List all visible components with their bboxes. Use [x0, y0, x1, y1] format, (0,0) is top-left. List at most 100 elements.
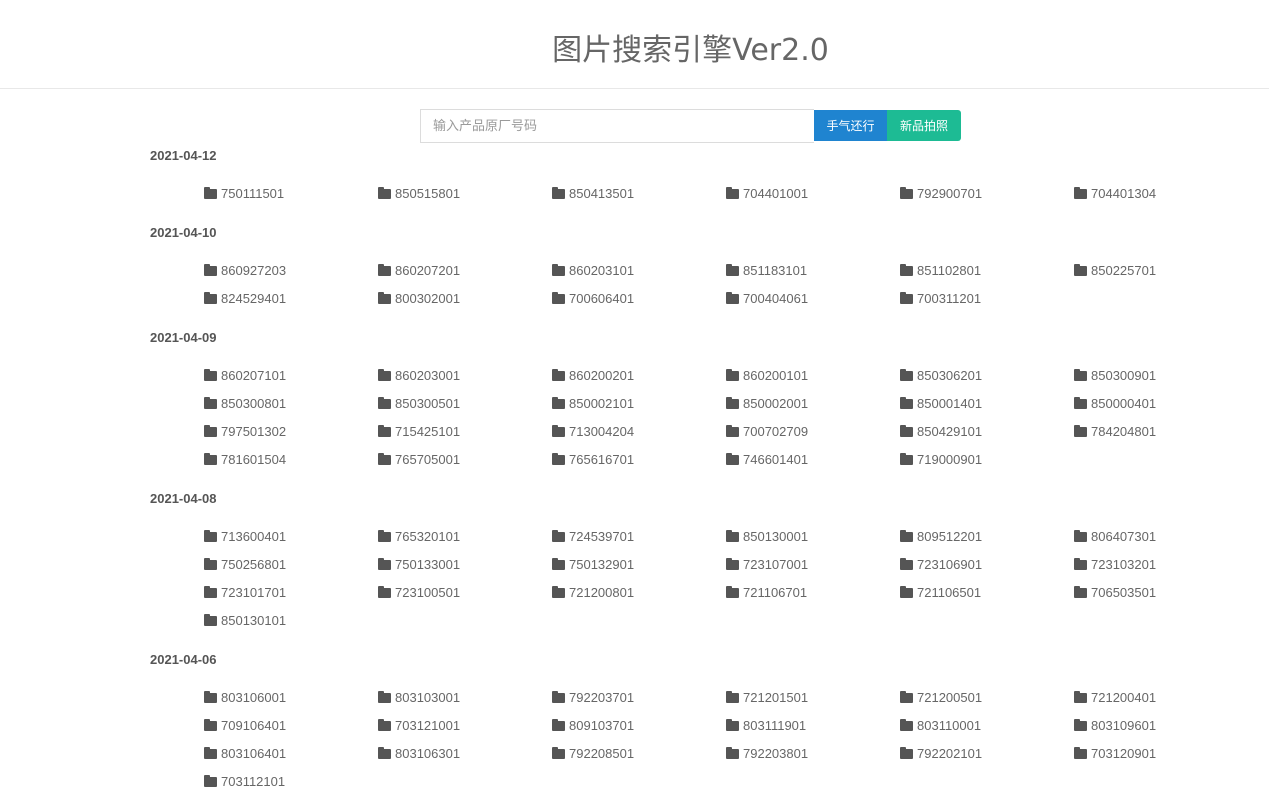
folder-item[interactable]: 850001401: [900, 389, 1074, 417]
search-input[interactable]: [420, 109, 814, 143]
folder-item[interactable]: 850225701: [1074, 256, 1248, 284]
folder-item[interactable]: 706503501: [1074, 578, 1248, 606]
folder-item[interactable]: 850306201: [900, 361, 1074, 389]
folder-item[interactable]: 703112101: [204, 767, 378, 795]
folder-item[interactable]: 792203701: [552, 683, 726, 711]
folder-item[interactable]: 721201501: [726, 683, 900, 711]
folder-item[interactable]: 851183101: [726, 256, 900, 284]
folder-item[interactable]: 850429101: [900, 417, 1074, 445]
folder-item[interactable]: 809103701: [552, 711, 726, 739]
folder-item[interactable]: 715425101: [378, 417, 552, 445]
folder-item[interactable]: 803106301: [378, 739, 552, 767]
folder-item[interactable]: 850413501: [552, 179, 726, 207]
folder-item[interactable]: 803103001: [378, 683, 552, 711]
lucky-button[interactable]: 手气还行: [814, 110, 887, 141]
folder-item[interactable]: 721106501: [900, 578, 1074, 606]
folder-item[interactable]: 860203001: [378, 361, 552, 389]
folder-item[interactable]: 860927203: [204, 256, 378, 284]
folder-item[interactable]: 723107001: [726, 550, 900, 578]
folder-icon: [378, 557, 391, 570]
folder-item[interactable]: 750133001: [378, 550, 552, 578]
folder-item[interactable]: 850000401: [1074, 389, 1248, 417]
folder-label: 765616701: [569, 451, 635, 467]
folder-label: 750256801: [221, 556, 287, 572]
folder-item[interactable]: 700404061: [726, 284, 900, 312]
folder-icon: [726, 585, 739, 598]
folder-item[interactable]: 803109601: [1074, 711, 1248, 739]
folder-item[interactable]: 860207201: [378, 256, 552, 284]
page-title: 图片搜索引擎Ver2.0: [552, 33, 829, 68]
folder-item[interactable]: 750111501: [204, 179, 378, 207]
folder-item[interactable]: 860203101: [552, 256, 726, 284]
folder-icon: [726, 186, 739, 199]
folder-item[interactable]: 792202101: [900, 739, 1074, 767]
folder-label: 706503501: [1091, 584, 1157, 600]
folder-item[interactable]: 765705001: [378, 445, 552, 473]
folder-item[interactable]: 850300901: [1074, 361, 1248, 389]
folder-item[interactable]: 723106901: [900, 550, 1074, 578]
folder-item[interactable]: 750132901: [552, 550, 726, 578]
folder-item[interactable]: 721200801: [552, 578, 726, 606]
folder-item[interactable]: 703121001: [378, 711, 552, 739]
folder-label: 709106401: [221, 717, 287, 733]
folder-item[interactable]: 803110001: [900, 711, 1074, 739]
folder-item[interactable]: 792208501: [552, 739, 726, 767]
folder-item[interactable]: 700702709: [726, 417, 900, 445]
folder-icon: [378, 396, 391, 409]
folder-label: 723100501: [395, 584, 461, 600]
folder-item[interactable]: 860207101: [204, 361, 378, 389]
folder-item[interactable]: 803111901: [726, 711, 900, 739]
folder-item[interactable]: 704401001: [726, 179, 900, 207]
folder-item[interactable]: 784204801: [1074, 417, 1248, 445]
folder-item[interactable]: 700606401: [552, 284, 726, 312]
folder-label: 803106301: [395, 745, 461, 761]
folder-item[interactable]: 860200101: [726, 361, 900, 389]
folder-item[interactable]: 792203801: [726, 739, 900, 767]
folder-item[interactable]: 850130001: [726, 522, 900, 550]
folder-item[interactable]: 704401304: [1074, 179, 1248, 207]
folder-item[interactable]: 724539701: [552, 522, 726, 550]
folder-icon: [378, 263, 391, 276]
folder-item[interactable]: 709106401: [204, 711, 378, 739]
folder-item[interactable]: 703120901: [1074, 739, 1248, 767]
folder-item[interactable]: 792900701: [900, 179, 1074, 207]
folder-item[interactable]: 750256801: [204, 550, 378, 578]
folder-item[interactable]: 723100501: [378, 578, 552, 606]
folder-item[interactable]: 803106401: [204, 739, 378, 767]
folder-item[interactable]: 700311201: [900, 284, 1074, 312]
folder-item[interactable]: 719000901: [900, 445, 1074, 473]
new-photo-button[interactable]: 新品拍照: [887, 110, 961, 141]
folder-item[interactable]: 806407301: [1074, 522, 1248, 550]
folder-item[interactable]: 850300501: [378, 389, 552, 417]
folder-item[interactable]: 803106001: [204, 683, 378, 711]
folder-item[interactable]: 809512201: [900, 522, 1074, 550]
folder-item[interactable]: 800302001: [378, 284, 552, 312]
folder-item[interactable]: 721106701: [726, 578, 900, 606]
folder-item[interactable]: 713600401: [204, 522, 378, 550]
folder-item[interactable]: 721200501: [900, 683, 1074, 711]
folder-item[interactable]: 723101701: [204, 578, 378, 606]
folder-item[interactable]: 850002001: [726, 389, 900, 417]
folder-label: 850429101: [917, 423, 983, 439]
folder-item[interactable]: 860200201: [552, 361, 726, 389]
folder-item[interactable]: 824529401: [204, 284, 378, 312]
folder-item[interactable]: 765320101: [378, 522, 552, 550]
folder-item[interactable]: 850300801: [204, 389, 378, 417]
folder-item[interactable]: 781601504: [204, 445, 378, 473]
folder-item[interactable]: 850515801: [378, 179, 552, 207]
folder-item[interactable]: 723103201: [1074, 550, 1248, 578]
folder-item[interactable]: 765616701: [552, 445, 726, 473]
folder-label: 765320101: [395, 528, 461, 544]
folder-icon: [1074, 690, 1087, 703]
folder-item[interactable]: 851102801: [900, 256, 1074, 284]
folder-item[interactable]: 721200401: [1074, 683, 1248, 711]
folder-icon: [900, 186, 913, 199]
folder-item[interactable]: 850002101: [552, 389, 726, 417]
folder-item[interactable]: 797501302: [204, 417, 378, 445]
folder-label: 850300801: [221, 395, 287, 411]
folder-item[interactable]: 713004204: [552, 417, 726, 445]
folder-item[interactable]: 746601401: [726, 445, 900, 473]
folder-label: 700404061: [743, 290, 809, 306]
folder-icon: [204, 690, 217, 703]
folder-item[interactable]: 850130101: [204, 606, 378, 634]
